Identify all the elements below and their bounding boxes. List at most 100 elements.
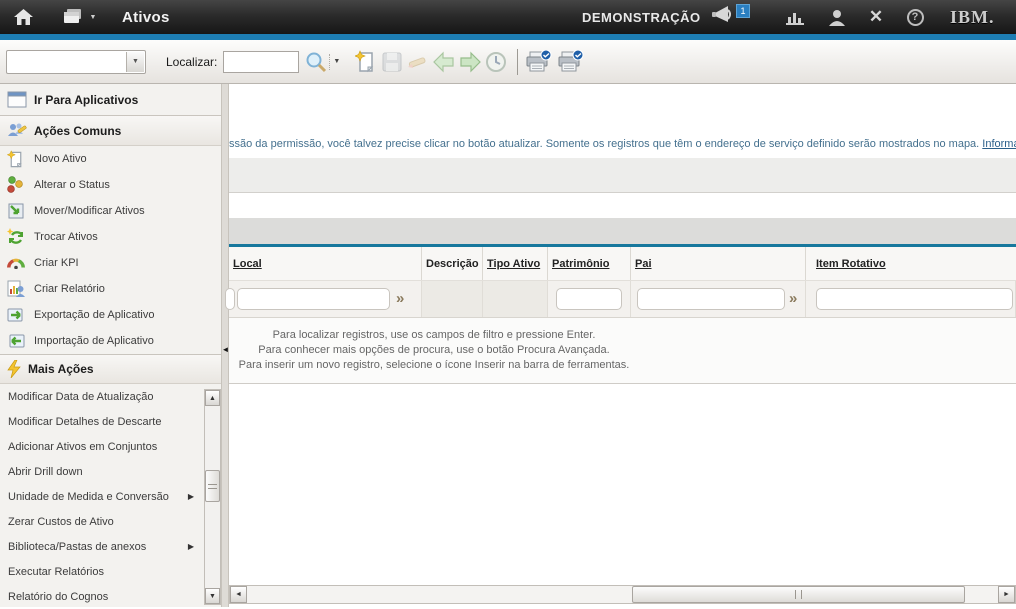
window-icon <box>7 91 27 108</box>
horizontal-scrollbar-thumb[interactable] <box>632 586 965 603</box>
table-filter-row: » » <box>229 281 1016 318</box>
more-actions-list: Modificar Data de Atualização Modificar … <box>0 384 204 609</box>
filter-input-item-rotativo[interactable] <box>816 288 1013 310</box>
collapse-sidebar-icon[interactable]: ◄ <box>222 342 229 356</box>
column-header-descricao: Descrição <box>422 247 483 280</box>
action-unidade-medida-conversao[interactable]: Unidade de Medida e Conversão ▶ <box>0 484 204 509</box>
print-with-attachments-icon[interactable] <box>558 49 584 75</box>
page-title: Ativos <box>122 9 170 26</box>
people-actions-icon <box>7 122 27 139</box>
action-importacao-aplicativo[interactable]: Importação de Aplicativo <box>0 328 221 354</box>
column-header-pai[interactable]: Pai <box>631 247 806 280</box>
new-record-icon[interactable] <box>353 49 379 75</box>
sidebar-section-common-actions[interactable]: Ações Comuns <box>0 116 221 146</box>
save-record-icon <box>379 49 405 75</box>
next-record-arrow-icon[interactable] <box>457 49 483 75</box>
action-criar-kpi[interactable]: Criar KPI <box>0 250 221 276</box>
notification-badge: 1 <box>736 4 750 18</box>
action-trocar-ativos[interactable]: Trocar Ativos <box>0 224 221 250</box>
sidebar-section-more-actions[interactable]: Mais Ações <box>0 354 221 384</box>
thumb-grip <box>208 484 217 489</box>
scroll-down-icon[interactable]: ▼ <box>205 588 220 604</box>
toolbar-separator <box>517 49 518 75</box>
action-relatorio-cognos[interactable]: Relatório do Cognos <box>0 584 204 609</box>
record-select-combobox[interactable]: ▼ <box>6 50 146 74</box>
close-icon[interactable]: ✕ <box>863 0 889 34</box>
notifications-button[interactable]: 1 <box>712 4 752 32</box>
scroll-up-icon[interactable]: ▲ <box>205 390 220 406</box>
toolbar: ▼ Localizar: ▼ <box>0 40 1016 84</box>
empty-table-instructions: Para localizar registros, use os campos … <box>229 318 1016 384</box>
filter-cell-tipo-ativo <box>483 281 548 317</box>
action-criar-relatorio[interactable]: Criar Relatório <box>0 276 221 302</box>
action-executar-relatorios[interactable]: Executar Relatórios <box>0 559 204 584</box>
history-clock-icon[interactable] <box>483 49 509 75</box>
filter-cell-local: » <box>229 281 422 317</box>
combo-caret-icon[interactable]: ▼ <box>126 52 144 72</box>
select-value-local-icon[interactable]: » <box>396 290 404 308</box>
notice-info-link[interactable]: Informaç <box>982 138 1016 150</box>
filter-cell-item-rotativo <box>806 281 1016 317</box>
previous-record-arrow-icon[interactable] <box>431 49 457 75</box>
column-header-item-rotativo[interactable]: Item Rotativo <box>806 247 1016 280</box>
sidebar-scrollbar[interactable]: ▲ ▼ <box>204 389 221 605</box>
select-value-pai-icon[interactable]: » <box>789 290 797 308</box>
reports-chart-icon[interactable] <box>783 0 809 34</box>
more-actions-title: Mais Ações <box>28 362 94 376</box>
sidebar: Ir Para Aplicativos Ações Comuns Novo At… <box>0 84 222 607</box>
print-icon[interactable] <box>526 49 552 75</box>
thumb-grip <box>795 590 802 599</box>
action-novo-ativo[interactable]: Novo Ativo <box>0 146 221 172</box>
scroll-left-icon[interactable]: ◄ <box>230 586 247 603</box>
action-zerar-custos-ativo[interactable]: Zerar Custos de Ativo <box>0 509 204 534</box>
horizontal-scrollbar[interactable]: ◄ ► <box>229 585 1016 604</box>
ibm-logo: IBM. <box>950 0 995 34</box>
action-modificar-data-atualizacao[interactable]: Modificar Data de Atualização <box>0 384 204 409</box>
filter-input-pai[interactable] <box>637 288 785 310</box>
column-header-tipo-ativo[interactable]: Tipo Ativo <box>483 247 548 280</box>
action-abrir-drill-down[interactable]: Abrir Drill down <box>0 459 204 484</box>
filter-input-partial[interactable] <box>225 288 235 310</box>
action-modificar-detalhes-descarte[interactable]: Modificar Detalhes de Descarte <box>0 409 204 434</box>
sidebar-scrollbar-thumb[interactable] <box>205 470 220 502</box>
message-band <box>229 158 1016 193</box>
common-actions-title: Ações Comuns <box>34 124 121 138</box>
swap-assets-icon <box>7 228 25 246</box>
action-exportacao-aplicativo[interactable]: Exportação de Aplicativo <box>0 302 221 328</box>
sidebar-item-go-to-applications[interactable]: Ir Para Aplicativos <box>0 84 221 116</box>
filter-cell-pai: » <box>631 281 806 317</box>
sidebar-go-to-label: Ir Para Aplicativos <box>34 93 138 107</box>
search-icon[interactable] <box>303 49 329 75</box>
user-profile-icon[interactable] <box>824 0 850 34</box>
submenu-arrow-icon: ▶ <box>188 492 194 501</box>
change-status-icon <box>7 176 25 194</box>
kpi-gauge-icon <box>7 257 25 269</box>
main-content: ssão da permissão, você talvez precise c… <box>229 84 1016 607</box>
applications-menu-icon[interactable]: ▼ <box>58 0 102 34</box>
action-adicionar-ativos-conjuntos[interactable]: Adicionar Ativos em Conjuntos <box>0 434 204 459</box>
sidebar-splitter[interactable]: ◄ <box>222 84 229 607</box>
column-header-local[interactable]: Local <box>229 247 422 280</box>
megaphone-icon <box>712 4 736 26</box>
map-permission-notice: ssão da permissão, você talvez precise c… <box>229 138 1016 158</box>
lightning-icon <box>7 360 21 378</box>
import-icon <box>7 333 25 349</box>
help-icon[interactable]: ? <box>902 0 928 34</box>
home-icon[interactable] <box>6 0 40 34</box>
localizar-label: Localizar: <box>166 55 217 69</box>
column-header-patrimonio[interactable]: Patrimônio <box>548 247 631 280</box>
search-options-caret-icon[interactable]: ▼ <box>329 54 343 70</box>
table-toolbar-band <box>229 218 1016 244</box>
environment-label: DEMONSTRAÇÃO <box>582 0 701 34</box>
instruction-line: Para localizar registros, use os campos … <box>229 328 639 343</box>
action-mover-modificar[interactable]: Mover/Modificar Ativos <box>0 198 221 224</box>
filter-cell-descricao <box>422 281 483 317</box>
action-alterar-status[interactable]: Alterar o Status <box>0 172 221 198</box>
action-biblioteca-pastas-anexos[interactable]: Biblioteca/Pastas de anexos ▶ <box>0 534 204 559</box>
table-header-row: Local Descrição Tipo Ativo Patrimônio Pa… <box>229 247 1016 281</box>
scroll-right-icon[interactable]: ► <box>998 586 1015 603</box>
filter-input-patrimonio[interactable] <box>556 288 622 310</box>
new-asset-icon <box>7 150 25 169</box>
filter-input-local[interactable] <box>237 288 390 310</box>
find-input[interactable] <box>223 51 299 73</box>
